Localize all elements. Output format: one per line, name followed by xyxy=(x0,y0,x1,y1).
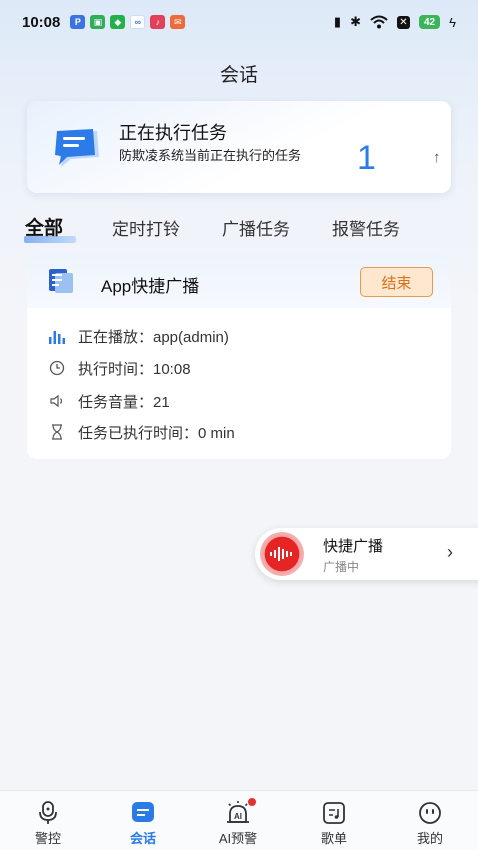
ai-alert-badge xyxy=(248,798,256,806)
volume-icon xyxy=(47,392,67,410)
broadcast-document-icon xyxy=(49,269,73,293)
chat-icon xyxy=(132,802,154,822)
tab-alarm-tasks[interactable]: 报警任务 xyxy=(332,215,400,240)
recording-wave-icon[interactable] xyxy=(260,532,304,576)
nav-item-ai-alert[interactable]: AI AI预警 xyxy=(190,791,286,850)
status-time: 10:08 xyxy=(22,13,61,31)
shield-icon: ◆ xyxy=(110,15,126,29)
notification-icons: P ▣ ◆ ∞ ♪ ✉ xyxy=(70,15,186,29)
elapsed-row: 任务已执行时间：0 min xyxy=(47,422,235,442)
playing-row: 正在播放：app(admin) xyxy=(47,326,229,346)
system-indicators: ▮ ✱ ✕ 42 ϟ xyxy=(334,14,456,30)
pi-icon: P xyxy=(70,15,86,29)
elapsed-text: 任务已执行时间：0 min xyxy=(78,424,235,442)
task-count: 1 xyxy=(357,139,376,177)
cloud-icon: ∞ xyxy=(130,15,146,29)
no-sim-icon: ✕ xyxy=(396,15,410,29)
nav-label-playlist: 歌单 xyxy=(320,831,347,846)
battery-indicator: 42 xyxy=(418,15,441,29)
nav-item-profile[interactable]: 我的 xyxy=(382,791,478,850)
task-tabs: 全部 定时打铃 广播任务 报警任务 xyxy=(0,210,478,246)
nav-item-playlist[interactable]: 歌单 xyxy=(286,791,382,850)
status-bar: 10:08 P ▣ ◆ ∞ ♪ ✉ ▮ ✱ ✕ 42 ϟ xyxy=(0,0,478,44)
vibrate-icon: ▮ xyxy=(333,14,342,29)
volume-text: 任务音量：21 xyxy=(78,393,170,411)
svg-text:AI: AI xyxy=(234,812,242,821)
task-title: 正在执行任务 xyxy=(119,123,227,143)
exec-time-text: 执行时间：10:08 xyxy=(78,360,191,378)
nav-label-profile: 我的 xyxy=(416,831,443,846)
quick-broadcast-title: 快捷广播 xyxy=(323,538,384,555)
clock-icon xyxy=(47,359,67,377)
exec-time-row: 执行时间：10:08 xyxy=(47,358,191,378)
shopping-icon: ▣ xyxy=(90,15,106,29)
charging-icon: ϟ xyxy=(449,14,456,30)
executing-task-card[interactable]: 正在执行任务 防欺凌系统当前正在执行的任务 1 ↑ xyxy=(27,101,451,193)
message-bubble-icon xyxy=(55,129,99,167)
tab-broadcast-tasks[interactable]: 广播任务 xyxy=(222,215,290,240)
task-description: 防欺凌系统当前正在执行的任务 xyxy=(119,148,302,163)
profile-face-icon xyxy=(419,802,441,824)
music-icon: ♪ xyxy=(150,15,166,29)
microphone-icon xyxy=(39,801,57,824)
tab-all[interactable]: 全部 xyxy=(25,213,63,240)
broadcast-title: App快捷广播 xyxy=(101,277,200,296)
quick-broadcast-floating[interactable]: 快捷广播 广播中 › xyxy=(255,528,478,580)
mail-icon: ✉ xyxy=(170,15,186,29)
bluetooth-icon: ✱ xyxy=(350,14,361,29)
music-list-icon xyxy=(323,802,345,824)
volume-row: 任务音量：21 xyxy=(47,391,170,411)
nav-item-alert-control[interactable]: 警控 xyxy=(0,791,96,850)
wifi-icon xyxy=(370,15,388,29)
arrow-up-icon[interactable]: ↑ xyxy=(433,149,441,166)
nav-label-alert-control: 警控 xyxy=(34,831,61,846)
chevron-right-icon[interactable]: › xyxy=(447,542,453,563)
bars-icon xyxy=(47,327,67,345)
nav-item-chat[interactable]: 会话 xyxy=(95,791,191,850)
nav-label-ai-alert: AI预警 xyxy=(218,831,258,846)
page-title: 会话 xyxy=(219,65,258,86)
playing-text: 正在播放：app(admin) xyxy=(78,328,229,346)
tab-scheduled-bell[interactable]: 定时打铃 xyxy=(112,215,180,240)
hourglass-icon xyxy=(47,423,67,441)
quick-broadcast-status: 广播中 xyxy=(323,560,360,574)
bottom-navigation: 警控 会话 AI AI预警 歌单 我的 xyxy=(0,790,478,850)
nav-label-chat: 会话 xyxy=(129,831,156,846)
end-button[interactable]: 结束 xyxy=(360,267,433,297)
broadcast-task-card[interactable]: App快捷广播 结束 正在播放：app(admin) 执行时间：10:08 任务… xyxy=(27,254,451,459)
